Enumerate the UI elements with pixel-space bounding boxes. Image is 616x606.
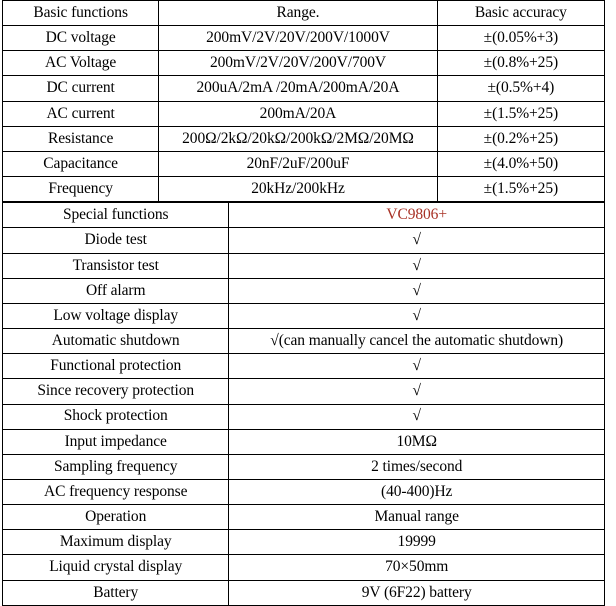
table-row: Input impedance 10MΩ (1, 428, 605, 455)
table-row: Battery 9V (6F22) battery (1, 579, 605, 606)
function-name: DC voltage (1, 25, 160, 52)
table-row: Low voltage display √ (1, 302, 605, 330)
spec-label: Diode test (1, 227, 230, 254)
table-row: AC current 200mA/20A ±(1.5%+25) (1, 100, 606, 127)
spec-value: √ (228, 302, 605, 330)
function-range: 20nF/2uF/200uF (158, 150, 438, 178)
special-functions-body: Special functions VC9806+ Diode test √ T… (1, 202, 605, 606)
spec-label: Since recovery protection (1, 378, 230, 405)
header-special-functions: Special functions (1, 202, 230, 229)
function-accuracy: ±(0.5%+4) (436, 75, 606, 102)
model-name: VC9806+ (228, 202, 605, 229)
function-name: DC current (1, 75, 160, 102)
spec-value: √ (228, 378, 605, 405)
table-header-row: Basic functions Range. Basic accuracy (1, 0, 606, 27)
table-row: Since recovery protection √ (1, 378, 605, 405)
table-row: DC current 200uA/2mA /20mA/200mA/20A ±(0… (1, 75, 606, 102)
spec-label: Functional protection (1, 353, 230, 380)
table-row: DC voltage 200mV/2V/20V/200V/1000V ±(0.0… (1, 25, 606, 52)
header-range: Range. (158, 0, 438, 27)
table-row: AC Voltage 200mV/2V/20V/200V/700V ±(0.8%… (1, 50, 606, 77)
spec-value: √(can manually cancel the automatic shut… (228, 328, 605, 355)
spec-value: 2 times/second (228, 453, 605, 480)
function-accuracy: ±(0.8%+25) (436, 50, 606, 77)
specification-table: Basic functions Range. Basic accuracy DC… (0, 0, 616, 606)
function-name: Capacitance (1, 150, 160, 178)
table-row: Resistance 200Ω/2kΩ/20kΩ/200kΩ/2MΩ/20MΩ … (1, 125, 606, 152)
function-range: 20kHz/200kHz (158, 176, 438, 203)
spec-label: Shock protection (1, 403, 230, 430)
table-row: Automatic shutdown √(can manually cancel… (1, 328, 605, 355)
spec-value: √ (228, 353, 605, 380)
spec-value: Manual range (228, 504, 605, 531)
function-range: 200mV/2V/20V/200V/700V (158, 50, 438, 77)
table-row: Sampling frequency 2 times/second (1, 453, 605, 480)
table-row: Frequency 20kHz/200kHz ±(1.5%+25) (1, 176, 606, 203)
special-functions-table: Special functions VC9806+ Diode test √ T… (1, 202, 605, 606)
function-accuracy: ±(1.5%+25) (436, 176, 606, 203)
spec-value: √ (228, 227, 605, 254)
spec-value: 70×50mm (228, 554, 605, 581)
spec-label: Low voltage display (1, 302, 230, 330)
special-functions-header-row: Special functions VC9806+ (1, 202, 605, 229)
spec-label: Battery (1, 579, 230, 606)
header-basic-functions: Basic functions (1, 0, 160, 27)
table-row: AC frequency response (40-400)Hz (1, 478, 605, 506)
basic-functions-table: Basic functions Range. Basic accuracy DC… (1, 0, 606, 203)
table-row: Shock protection √ (1, 403, 605, 430)
spec-label: Liquid crystal display (1, 554, 230, 581)
spec-value: √ (228, 277, 605, 304)
table-row: Off alarm √ (1, 277, 605, 304)
basic-functions-body: Basic functions Range. Basic accuracy DC… (1, 0, 606, 203)
function-name: Frequency (1, 176, 160, 203)
header-basic-accuracy: Basic accuracy (436, 0, 606, 27)
function-name: Resistance (1, 125, 160, 152)
table-row: Capacitance 20nF/2uF/200uF ±(4.0%+50) (1, 150, 606, 178)
spec-value: 9V (6F22) battery (228, 579, 605, 606)
table-row: Liquid crystal display 70×50mm (1, 554, 605, 581)
spec-label: Automatic shutdown (1, 328, 230, 355)
spec-value: (40-400)Hz (228, 478, 605, 506)
function-accuracy: ±(0.2%+25) (436, 125, 606, 152)
spec-label: Input impedance (1, 428, 230, 455)
spec-label: Maximum display (1, 529, 230, 556)
spec-value: √ (228, 403, 605, 430)
spec-label: Transistor test (1, 252, 230, 279)
table-row: Functional protection √ (1, 353, 605, 380)
function-accuracy: ±(1.5%+25) (436, 100, 606, 127)
table-row: Transistor test √ (1, 252, 605, 279)
spec-label: AC frequency response (1, 478, 230, 506)
table-row: Operation Manual range (1, 504, 605, 531)
function-accuracy: ±(0.05%+3) (436, 25, 606, 52)
function-range: 200mA/20A (158, 100, 438, 127)
function-range: 200Ω/2kΩ/20kΩ/200kΩ/2MΩ/20MΩ (158, 125, 438, 152)
function-range: 200mV/2V/20V/200V/1000V (158, 25, 438, 52)
table-row: Diode test √ (1, 227, 605, 254)
spec-label: Sampling frequency (1, 453, 230, 480)
spec-value: 10MΩ (228, 428, 605, 455)
table-row: Maximum display 19999 (1, 529, 605, 556)
spec-label: Operation (1, 504, 230, 531)
spec-value: √ (228, 252, 605, 279)
function-accuracy: ±(4.0%+50) (436, 150, 606, 178)
function-name: AC Voltage (1, 50, 160, 77)
function-name: AC current (1, 100, 160, 127)
function-range: 200uA/2mA /20mA/200mA/20A (158, 75, 438, 102)
spec-value: 19999 (228, 529, 605, 556)
spec-label: Off alarm (1, 277, 230, 304)
